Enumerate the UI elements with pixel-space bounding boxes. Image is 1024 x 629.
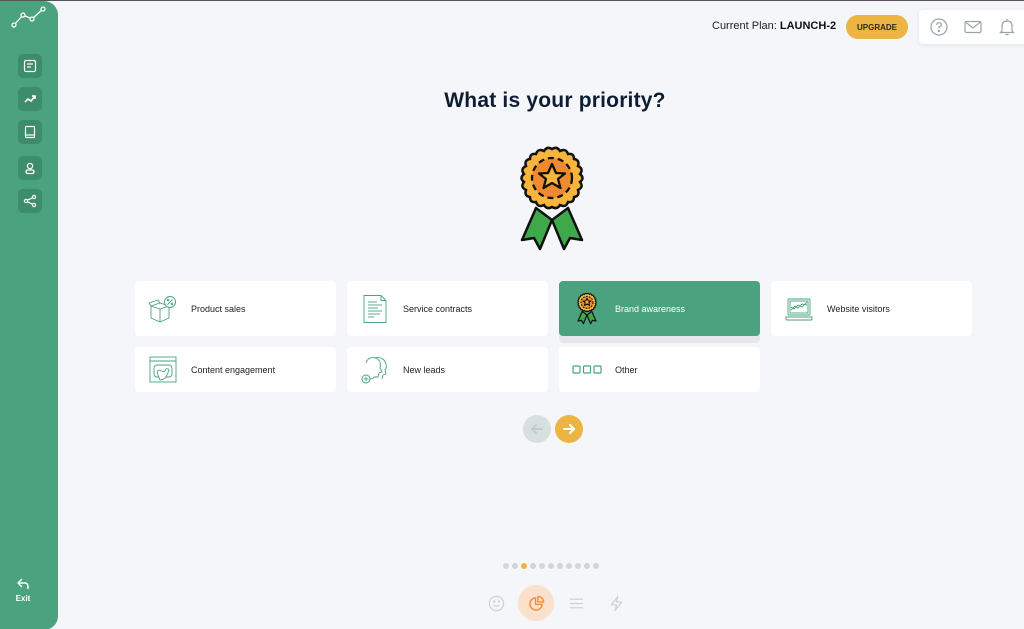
option-label: Website visitors	[827, 303, 890, 314]
option-label: Brand awareness	[615, 303, 686, 314]
progress-dot	[539, 563, 545, 569]
sidebar-item-share[interactable]	[18, 189, 42, 213]
browser-click-icon	[149, 356, 177, 382]
user-icon	[25, 162, 35, 175]
progress-dots	[503, 563, 599, 569]
option-label: Other	[615, 364, 638, 375]
exit-arrow-icon	[17, 578, 29, 589]
sidebar-item-profile[interactable]	[18, 156, 42, 180]
help-button[interactable]	[929, 17, 949, 37]
arrow-right-icon	[563, 424, 575, 434]
option-new-leads[interactable]: New leads	[347, 347, 548, 392]
option-label: Content engagement	[191, 364, 276, 375]
bell-icon	[999, 19, 1015, 36]
step-mood[interactable]	[478, 585, 514, 621]
notifications-button[interactable]	[997, 17, 1017, 37]
option-product-sales[interactable]: Product sales	[135, 281, 336, 336]
document-icon	[363, 294, 387, 323]
exit-button[interactable]: Exit	[0, 577, 46, 603]
progress-dot	[593, 563, 599, 569]
previous-button[interactable]	[523, 415, 551, 443]
option-brand-awareness[interactable]: Brand awareness	[559, 281, 760, 336]
progress-dot	[584, 563, 590, 569]
share-icon	[23, 194, 37, 208]
help-icon	[930, 18, 948, 36]
mail-button[interactable]	[963, 17, 983, 37]
progress-dot	[503, 563, 509, 569]
pie-chart-icon	[528, 595, 544, 611]
progress-dot	[512, 563, 518, 569]
award-ribbon-icon	[520, 146, 584, 251]
option-label: Product sales	[191, 303, 246, 314]
laptop-chart-icon	[785, 298, 813, 320]
logo-icon[interactable]	[11, 5, 47, 29]
box-discount-icon	[148, 295, 176, 322]
plan-name: LAUNCH-2	[779, 20, 837, 32]
note-icon	[23, 59, 37, 73]
smiley-icon	[488, 595, 504, 611]
page-title: What is your priority?	[444, 89, 666, 112]
step-icons	[478, 585, 638, 621]
step-priority[interactable]	[518, 585, 554, 621]
progress-dot-active	[521, 563, 527, 569]
upgrade-button[interactable]: UPGRADE	[846, 15, 908, 39]
next-button[interactable]	[555, 415, 583, 443]
plan-label: Current Plan:	[712, 20, 777, 32]
progress-dot	[575, 563, 581, 569]
mail-icon	[964, 20, 982, 34]
option-other[interactable]: Other	[559, 347, 760, 392]
menu-lines-icon	[569, 598, 583, 608]
progress-dot	[566, 563, 572, 569]
arrow-left-icon	[531, 424, 543, 434]
progress-dot	[548, 563, 554, 569]
award-ribbon-icon	[577, 292, 597, 324]
exit-label: Exit	[15, 594, 31, 603]
sidebar-item-book[interactable]	[18, 120, 42, 144]
lightning-icon	[610, 595, 622, 611]
step-details[interactable]	[558, 585, 594, 621]
progress-dot	[557, 563, 563, 569]
people-add-icon	[361, 356, 387, 383]
option-website-visitors[interactable]: Website visitors	[771, 281, 972, 336]
progress-dot	[530, 563, 536, 569]
three-squares-icon	[572, 364, 602, 374]
book-icon	[24, 125, 36, 139]
step-boost[interactable]	[598, 585, 634, 621]
option-content-engagement[interactable]: Content engagement	[135, 347, 336, 392]
option-label: Service contracts	[403, 303, 473, 314]
sidebar-item-notes[interactable]	[18, 54, 42, 78]
header-icon-bar	[919, 10, 1024, 44]
option-label: New leads	[403, 364, 446, 375]
current-plan: Current Plan: LAUNCH-2	[712, 20, 836, 32]
option-service-contracts[interactable]: Service contracts	[347, 281, 548, 336]
